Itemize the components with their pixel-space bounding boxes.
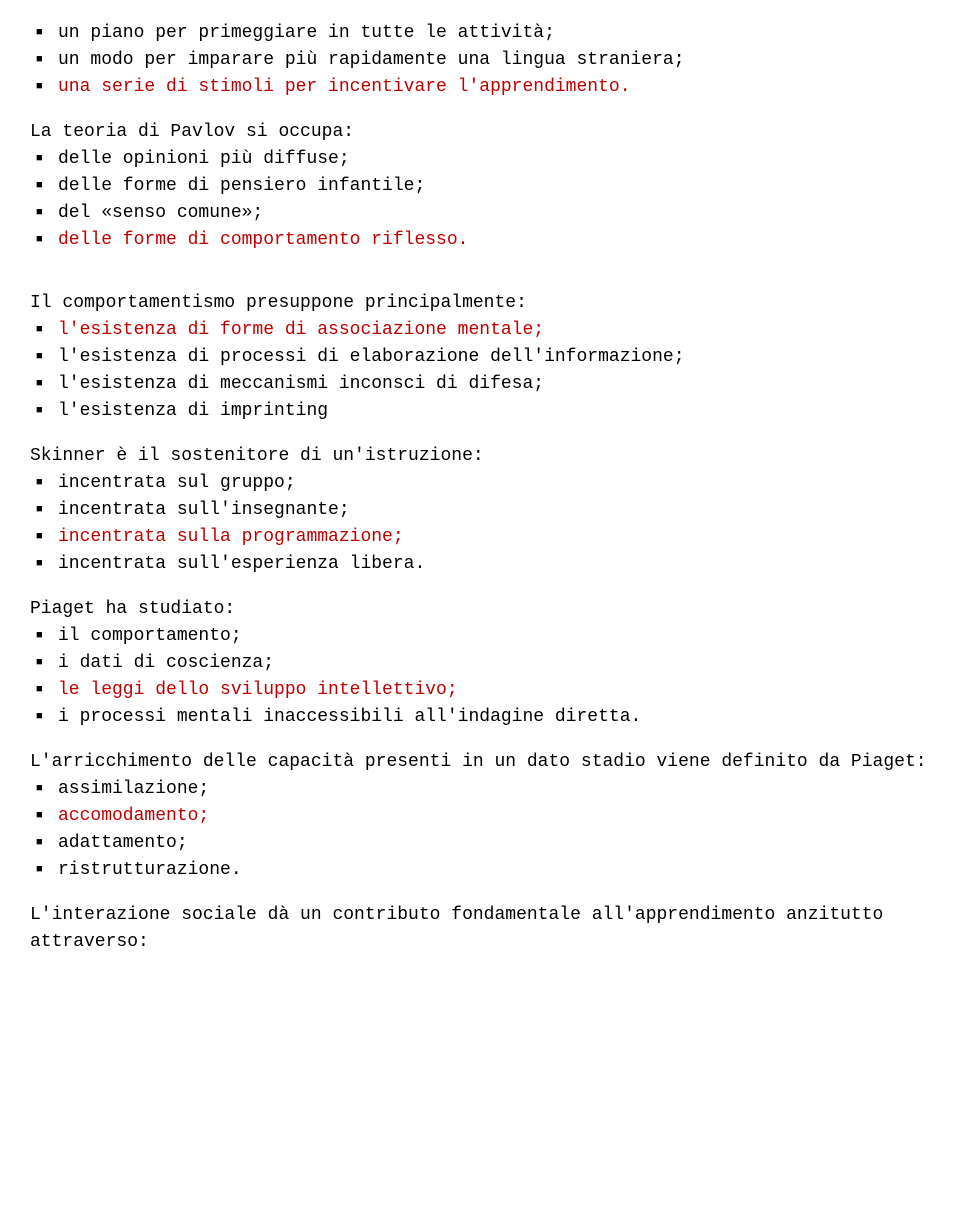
option-item: l'esistenza di processi di elaborazione … [30,344,930,371]
question-block: un piano per primeggiare in tutte le att… [30,20,930,101]
question-block: Skinner è il sostenitore di un'istruzion… [30,443,930,578]
option-item: un piano per primeggiare in tutte le att… [30,20,930,47]
option-label: incentrata sulla programmazione; [58,527,404,547]
options-list: l'esistenza di forme di associazione men… [30,317,930,425]
option-label: ristrutturazione. [58,860,242,880]
option-label: l'esistenza di imprinting [58,401,328,421]
option-item: delle forme di comportamento riflesso. [30,227,930,254]
question-block: L'interazione sociale dà un contributo f… [30,902,930,956]
option-item: delle forme di pensiero infantile; [30,173,930,200]
option-label: l'esistenza di meccanismi inconsci di di… [58,374,544,394]
option-item: i dati di coscienza; [30,650,930,677]
option-item: del «senso comune»; [30,200,930,227]
option-label: del «senso comune»; [58,203,263,223]
options-list: assimilazione; accomodamento; adattamento;… [30,776,930,884]
question-text: La teoria di Pavlov si occupa: [30,119,930,146]
option-item: l'esistenza di meccanismi inconsci di di… [30,371,930,398]
question-text: L'interazione sociale dà un contributo f… [30,902,930,956]
option-label: accomodamento; [58,806,209,826]
question-text: Skinner è il sostenitore di un'istruzion… [30,443,930,470]
option-item: una serie di stimoli per incentivare l'a… [30,74,930,101]
option-item: incentrata sul gruppo; [30,470,930,497]
question-text: Il comportamentismo presuppone principal… [30,290,930,317]
option-item: incentrata sulla programmazione; [30,524,930,551]
option-label: incentrata sul gruppo; [58,473,296,493]
option-label: delle forme di pensiero infantile; [58,176,425,196]
question-text: L'arricchimento delle capacità presenti … [30,749,930,776]
options-list: delle opinioni più diffuse; delle forme d… [30,146,930,254]
option-item: ristrutturazione. [30,857,930,884]
option-label: assimilazione; [58,779,209,799]
option-label: l'esistenza di processi di elaborazione … [58,347,685,367]
option-label: un piano per primeggiare in tutte le att… [58,23,555,43]
document-body: un piano per primeggiare in tutte le att… [30,20,930,956]
option-label: incentrata sull'insegnante; [58,500,350,520]
option-label: una serie di stimoli per incentivare l'a… [58,77,631,97]
option-item: il comportamento; [30,623,930,650]
option-label: delle opinioni più diffuse; [58,149,350,169]
option-item: delle opinioni più diffuse; [30,146,930,173]
question-block: Piaget ha studiato: il comportamento; i da… [30,596,930,731]
question-block: Il comportamentismo presuppone principal… [30,290,930,425]
option-label: adattamento; [58,833,188,853]
option-item: accomodamento; [30,803,930,830]
option-label: l'esistenza di forme di associazione men… [58,320,544,340]
option-item: assimilazione; [30,776,930,803]
option-item: adattamento; [30,830,930,857]
option-item: le leggi dello sviluppo intellettivo; [30,677,930,704]
option-label: un modo per imparare più rapidamente una… [58,50,685,70]
options-list: incentrata sul gruppo; incentrata sull'in… [30,470,930,578]
option-label: le leggi dello sviluppo intellettivo; [58,680,458,700]
question-text: Piaget ha studiato: [30,596,930,623]
options-list: il comportamento; i dati di coscienza; le … [30,623,930,731]
option-label: incentrata sull'esperienza libera. [58,554,425,574]
option-label: delle forme di comportamento riflesso. [58,230,468,250]
option-label: i processi mentali inaccessibili all'ind… [58,707,641,727]
question-block: La teoria di Pavlov si occupa:delle opin… [30,119,930,254]
option-item: l'esistenza di forme di associazione men… [30,317,930,344]
option-item: i processi mentali inaccessibili all'ind… [30,704,930,731]
question-block: L'arricchimento delle capacità presenti … [30,749,930,884]
option-label: i dati di coscienza; [58,653,274,673]
option-item: incentrata sull'esperienza libera. [30,551,930,578]
option-item: un modo per imparare più rapidamente una… [30,47,930,74]
option-item: incentrata sull'insegnante; [30,497,930,524]
option-label: il comportamento; [58,626,242,646]
option-item: l'esistenza di imprinting [30,398,930,425]
options-list: un piano per primeggiare in tutte le att… [30,20,930,101]
